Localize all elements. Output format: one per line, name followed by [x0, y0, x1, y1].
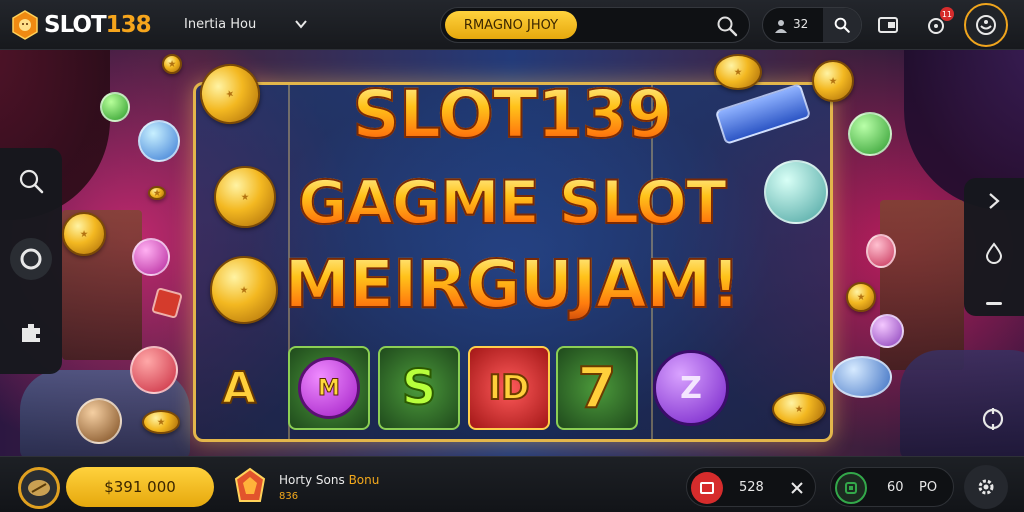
more-button[interactable] [973, 282, 1015, 324]
green-token [100, 92, 130, 122]
chevron-down-icon [295, 20, 307, 29]
red-badge [691, 472, 723, 504]
stat-red-value: 528 [739, 480, 764, 495]
top-bar: SLOT138 Inertia Hou RMAGNO JHOY 32 11 [0, 0, 1024, 50]
brown-token [76, 398, 122, 444]
green-badge [835, 472, 867, 504]
search-icon [834, 17, 850, 33]
stat-pill-red[interactable]: 528 [686, 467, 816, 507]
banner-title-line2: GAGME SLOT [0, 167, 1024, 239]
profile-button[interactable] [964, 3, 1008, 47]
gold-coin [142, 410, 180, 434]
slot-symbol-z-tile: Z [650, 346, 732, 430]
players-icon [775, 20, 787, 33]
search-icon[interactable] [715, 14, 739, 38]
promo-banner[interactable]: SLOT139 GAGME SLOT MEIRGUJAM! A M S ID 7… [0, 50, 1024, 456]
gold-coin [714, 54, 762, 90]
promo-accent: Bonu [348, 473, 380, 487]
gem-crown-icon [234, 467, 266, 502]
pink-token [866, 234, 896, 268]
brand-logo[interactable]: SLOT138 [10, 6, 152, 44]
blue-token [138, 120, 180, 162]
coin-button[interactable] [18, 467, 60, 509]
minus-icon [986, 301, 1002, 305]
gold-coin [214, 166, 276, 228]
coin-icon [28, 480, 50, 496]
settings-button[interactable] [964, 465, 1008, 509]
wallet-icon [878, 17, 898, 33]
zoom-button[interactable] [10, 160, 52, 202]
wallet-button[interactable] [872, 9, 904, 41]
close-icon [791, 482, 803, 494]
search-category-button[interactable]: RMAGNO JHOY [445, 11, 577, 39]
droplet-button[interactable] [973, 232, 1015, 274]
circle-icon [20, 248, 42, 270]
refresh-icon [982, 408, 1004, 430]
gold-coin [62, 212, 106, 256]
brand-number: 138 [105, 12, 152, 38]
gold-coin [210, 256, 278, 324]
green-token [848, 112, 892, 156]
ticket-icon [700, 482, 714, 494]
promo-title-text: Horty Sons [279, 473, 345, 487]
slot-symbol-id: ID [468, 346, 550, 430]
brand-name-text: SLOT [44, 12, 107, 38]
lion-logo-icon [12, 10, 38, 40]
slot-symbol-a: A [221, 362, 257, 415]
right-toolbar [964, 178, 1024, 316]
slot-symbol-z: Z [653, 350, 729, 426]
teal-token [764, 160, 828, 224]
brand-name: SLOT138 [44, 12, 152, 38]
blue-token [832, 356, 892, 398]
menu-dropdown[interactable]: Inertia Hou [184, 12, 308, 36]
bottom-bar: $391 000 Horty Sons Bonu 836 528 60 PO [0, 456, 1024, 512]
stat-green-value: 60 [887, 480, 904, 495]
notification-badge: 11 [939, 7, 954, 21]
promo-subtitle: 836 [279, 491, 299, 502]
game-controller-button[interactable] [10, 312, 52, 354]
gold-coin [846, 282, 876, 312]
gold-coin [162, 54, 182, 74]
refresh-button[interactable] [972, 398, 1014, 440]
slot-symbol-seven: 7 [556, 346, 638, 430]
promo-title[interactable]: Horty Sons Bonu [279, 473, 379, 487]
record-button[interactable] [10, 238, 52, 280]
next-button[interactable] [973, 180, 1015, 222]
left-toolbar [0, 148, 62, 374]
balance-display[interactable]: $391 000 [66, 467, 214, 507]
slot-symbol-m-tile: M [288, 346, 370, 430]
chip-icon [845, 482, 857, 494]
zoom-icon [19, 169, 44, 194]
purple-token [870, 314, 904, 348]
search-bar[interactable]: RMAGNO JHOY [440, 7, 750, 43]
avatar-icon [976, 15, 996, 35]
online-count: 32 [793, 17, 809, 31]
gold-coin [772, 392, 826, 426]
droplet-icon [985, 242, 1003, 264]
casino-app: SLOT138 Inertia Hou RMAGNO JHOY 32 11 SL… [0, 0, 1024, 512]
slot-symbol-s: S [378, 346, 460, 430]
gold-coin [148, 186, 166, 200]
gear-icon [978, 479, 994, 495]
notifications-button[interactable]: 11 [920, 7, 954, 41]
online-search-button[interactable] [823, 8, 861, 42]
gold-coin [812, 60, 854, 102]
stat-pill-green[interactable]: 60 PO [830, 467, 954, 507]
red-token [130, 346, 178, 394]
slot-symbol-m: M [298, 357, 360, 419]
online-counter[interactable]: 32 [762, 7, 862, 43]
pink-token [132, 238, 170, 276]
stat-green-unit: PO [919, 480, 938, 495]
puzzle-icon [22, 324, 40, 342]
menu-dropdown-label: Inertia Hou [184, 16, 257, 32]
chevron-right-icon [989, 193, 1000, 209]
